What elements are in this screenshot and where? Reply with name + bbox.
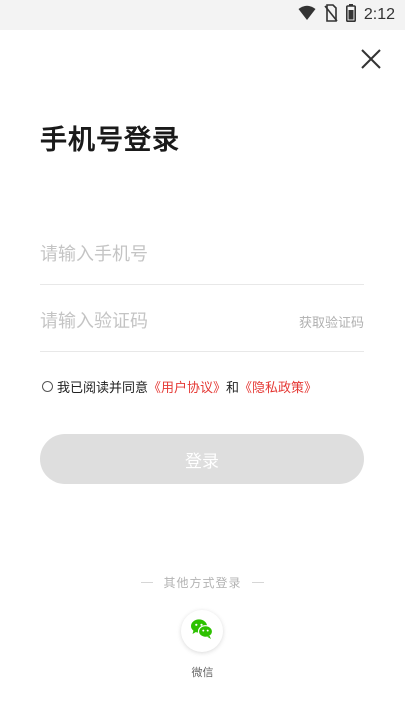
close-button[interactable] bbox=[356, 46, 386, 76]
verification-code-field: 获取验证码 bbox=[40, 291, 364, 352]
verification-code-input[interactable] bbox=[40, 310, 270, 332]
phone-input[interactable] bbox=[40, 243, 270, 265]
other-methods-label: 其他方式登录 bbox=[163, 575, 242, 590]
status-time: 2:12 bbox=[363, 6, 395, 23]
wechat-label: 微信 bbox=[191, 666, 214, 679]
divider-line-left bbox=[141, 581, 154, 583]
wechat-login-button[interactable] bbox=[181, 610, 223, 652]
wechat-icon bbox=[190, 618, 214, 644]
agreement-checkbox[interactable] bbox=[42, 380, 53, 392]
status-icons: 2:12 bbox=[298, 4, 395, 26]
agreement-conjunction: 和 bbox=[226, 380, 240, 396]
user-agreement-link[interactable]: 《用户协议》 bbox=[148, 377, 226, 396]
battery-icon bbox=[345, 4, 356, 26]
agreement-row: 我已阅读并同意 《用户协议》 和 《隐私政策》 bbox=[42, 377, 317, 396]
divider-line-right bbox=[251, 581, 264, 583]
privacy-policy-link[interactable]: 《隐私政策》 bbox=[239, 377, 317, 396]
close-icon bbox=[360, 48, 382, 74]
other-methods-divider: 其他方式登录 bbox=[0, 572, 405, 592]
get-code-button[interactable]: 获取验证码 bbox=[299, 291, 364, 351]
phone-field bbox=[40, 224, 364, 285]
agreement-text: 我已阅读并同意 bbox=[57, 380, 149, 396]
status-bar: 2:12 bbox=[0, 0, 405, 30]
login-button[interactable]: 登录 bbox=[40, 434, 364, 484]
no-sim-icon bbox=[324, 4, 338, 26]
page-title: 手机号登录 bbox=[40, 125, 180, 156]
wifi-icon bbox=[298, 5, 316, 25]
